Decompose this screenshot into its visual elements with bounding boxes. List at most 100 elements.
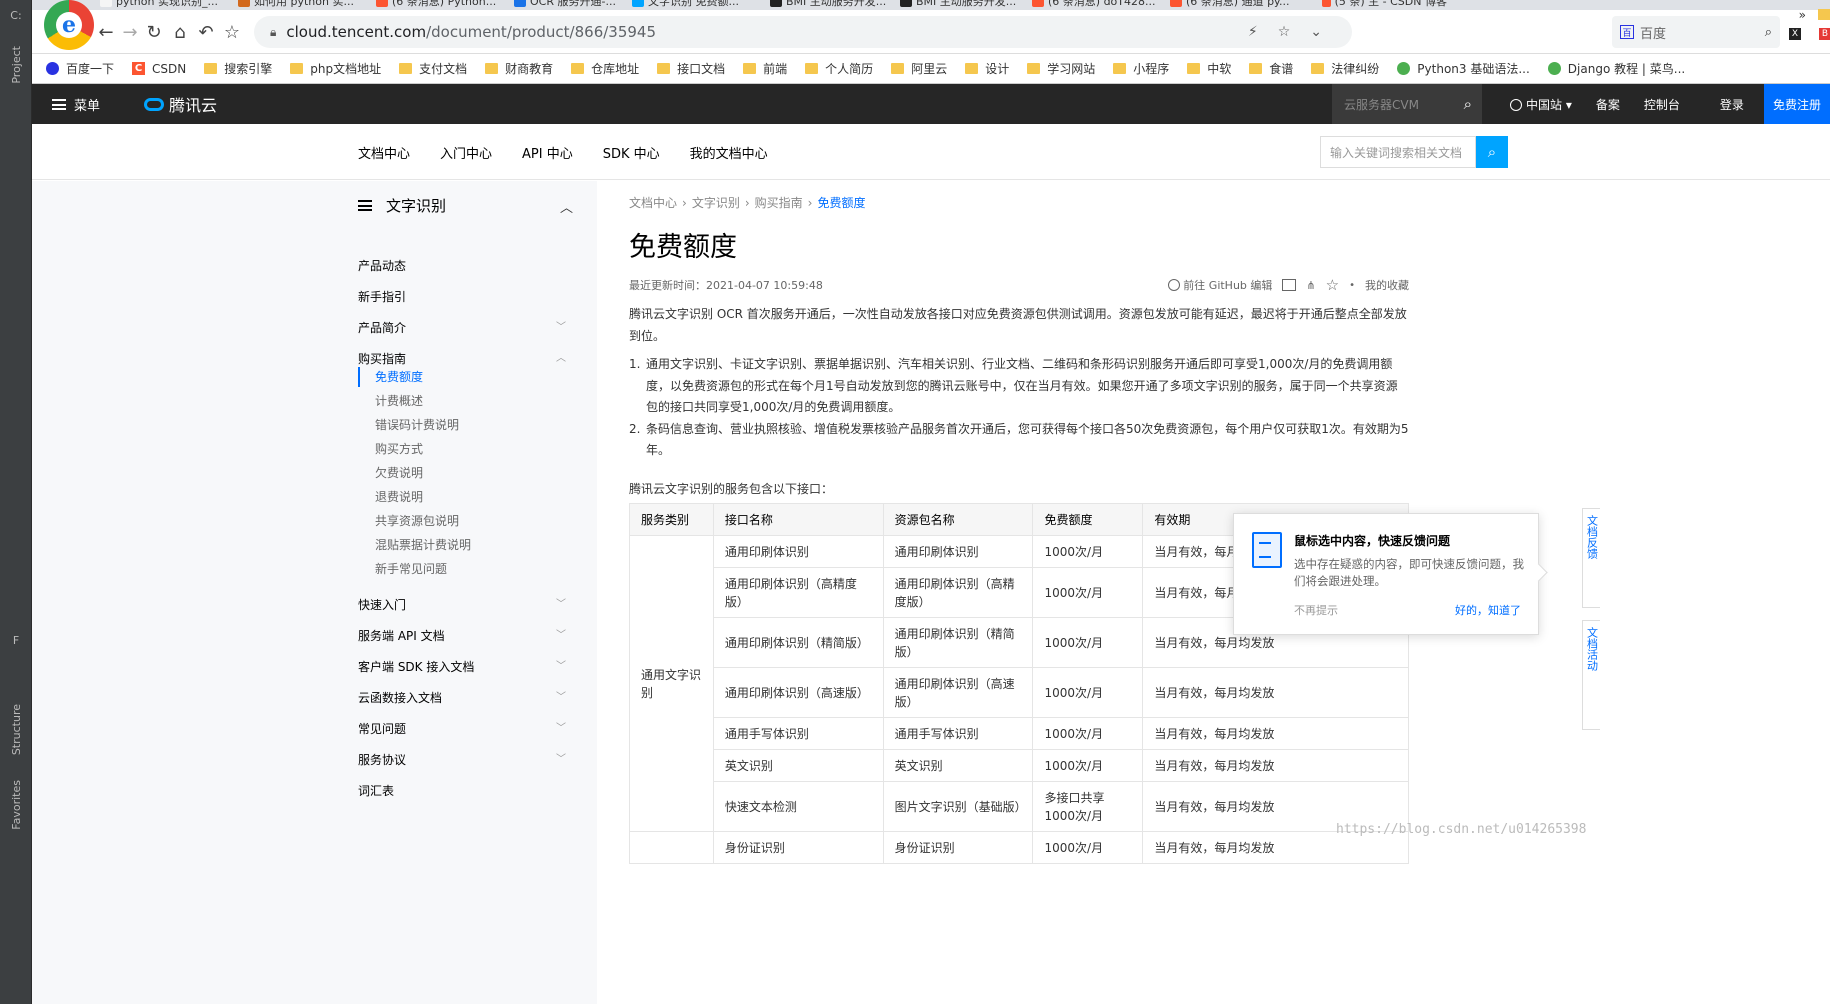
table-cell: 图片文字识别（基础版） (882, 781, 1034, 832)
doc-search-input[interactable]: 输入关键词搜索相关文档 (1320, 136, 1476, 168)
bookmark-item[interactable]: Django 教程 | 菜鸟... (1547, 60, 1685, 77)
subnav-link[interactable]: API 中心 (522, 143, 573, 162)
browser-tab[interactable]: 如何用 python 实... (238, 0, 363, 10)
collapse-icon[interactable]: ︿ (560, 197, 573, 216)
doc-feedback-float[interactable]: 文档反馈 (1582, 508, 1600, 608)
breadcrumb-item[interactable]: 文档中心 (629, 196, 677, 210)
ide-project-tab[interactable]: Project (0, 30, 32, 100)
search-engine-box[interactable]: 百 百度 ⌕ (1612, 16, 1780, 48)
sidebar-item[interactable]: 产品动态 (358, 256, 566, 276)
undo-icon[interactable]: ↶ (192, 18, 220, 46)
bookmark-item[interactable]: 前端 (743, 60, 787, 77)
sidebar-item[interactable]: 常见问题 ﹀ (358, 719, 566, 739)
sidebar-subitem[interactable]: 欠费说明 (375, 463, 423, 483)
ide-structure-tab[interactable]: Structure (0, 690, 32, 770)
share-icon[interactable]: ⋔ (1306, 279, 1315, 292)
sidebar-item[interactable]: 产品简介 ﹀ (358, 318, 566, 338)
extension-b-icon[interactable]: B (1819, 28, 1830, 40)
subnav-link[interactable]: 入门中心 (440, 143, 492, 162)
doc-search-button[interactable]: ⌕ (1476, 136, 1508, 168)
bookmark-item[interactable]: Python3 基础语法... (1397, 60, 1530, 77)
bookmark-item[interactable]: 阿里云 (891, 60, 947, 77)
reload-icon[interactable]: ↻ (140, 18, 168, 46)
bookmarks-more-icon[interactable]: » (1799, 0, 1806, 30)
sidebar-item[interactable]: 客户端 SDK 接入文档 ﹀ (358, 657, 566, 677)
site-search-icon[interactable]: ⌕ (1464, 95, 1472, 113)
address-bar[interactable]: 🔒︎ cloud.tencent.com/document/product/86… (254, 16, 1352, 48)
bookmark-item[interactable]: php文档地址 (290, 60, 381, 77)
browser-tab[interactable]: BMI 主动服务开发... (770, 0, 895, 10)
tab-label: 文字识别 免费额... (648, 0, 739, 8)
bookmark-item[interactable]: 接口文档 (657, 60, 725, 77)
sidebar-subitem[interactable]: 共享资源包说明 (375, 511, 459, 531)
subnav-link[interactable]: 我的文档中心 (690, 143, 768, 162)
top-nav-link[interactable]: 登录 (1720, 96, 1744, 113)
github-edit-link[interactable]: 前往 GitHub 编辑 (1167, 277, 1272, 293)
brand-logo[interactable]: 腾讯云 (144, 84, 217, 124)
sidebar-item[interactable]: 新手指引 (358, 287, 566, 307)
sidebar-subitem[interactable]: 错误码计费说明 (375, 415, 459, 435)
sidebar-subitem[interactable]: 购买方式 (375, 439, 423, 459)
sidebar-subitem[interactable]: 计费概述 (375, 391, 423, 411)
search-icon[interactable]: ⌕ (1765, 25, 1772, 40)
sidebar-subitem[interactable]: 免费额度 (375, 367, 423, 387)
region-selector[interactable]: 中国站 ▾ (1510, 96, 1572, 113)
bookmark-item[interactable]: 法律纠纷 (1311, 60, 1379, 77)
register-button[interactable]: 免费注册 (1764, 84, 1830, 124)
breadcrumb-item[interactable]: 文字识别 (692, 196, 740, 210)
top-nav-link[interactable]: 控制台 (1644, 96, 1680, 113)
sidebar-item[interactable]: 购买指南 ︿ (358, 349, 566, 369)
popup-ok-link[interactable]: 好的，知道了 (1455, 602, 1521, 618)
url-path: /document/product/866/35945 (426, 23, 657, 41)
sidebar-subitem[interactable]: 新手常见问题 (375, 559, 447, 579)
bookmark-item[interactable]: 百度一下 (46, 60, 114, 77)
bookmark-item[interactable]: 财商教育 (485, 60, 553, 77)
sidebar-item[interactable]: 快速入门 ﹀ (358, 595, 566, 615)
bookmark-item[interactable]: 食谱 (1249, 60, 1293, 77)
home-icon[interactable]: ⌂ (166, 18, 194, 46)
bookmark-item[interactable]: 仓库地址 (571, 60, 639, 77)
bookmark-star-icon[interactable]: ☆ (218, 18, 246, 46)
bookmark-item[interactable]: 中软 (1187, 60, 1231, 77)
bookmark-item[interactable]: 支付文档 (399, 60, 467, 77)
popup-dismiss-link[interactable]: 不再提示 (1294, 602, 1338, 618)
bookmark-item[interactable]: 小程序 (1113, 60, 1169, 77)
browser-tab[interactable]: (5 条) 主 - CSDN 博客 (1322, 0, 1447, 10)
table-cell: 通用印刷体识别（高速版） (712, 667, 884, 718)
browser-tab[interactable]: BMI 主动服务开发... (900, 0, 1025, 10)
bookmark-item[interactable]: 个人简历 (805, 60, 873, 77)
favorite-star-icon[interactable]: ☆ (1278, 24, 1291, 40)
doc-activity-float[interactable]: 文档活动 (1582, 620, 1600, 730)
browser-tab[interactable]: python 实现识别_... (100, 0, 225, 10)
browser-tab[interactable]: (6 条消息) 通道 py... (1170, 0, 1295, 10)
lightning-icon[interactable]: ⚡︎ (1248, 24, 1258, 40)
site-search-input[interactable]: 云服务器CVM ⌕ (1332, 84, 1482, 124)
top-nav-link[interactable]: 备案 (1596, 96, 1620, 113)
sidebar-item[interactable]: 云函数接入文档 ﹀ (358, 688, 566, 708)
pdf-icon[interactable] (1282, 279, 1297, 291)
ide-favorites-tab[interactable]: Favorites (0, 770, 32, 840)
bookmark-item[interactable]: 设计 (965, 60, 1009, 77)
other-bookmarks-folder-icon[interactable] (1818, 9, 1830, 20)
browser-tab[interactable]: (6 条消息) doT428... (1032, 0, 1157, 10)
bookmark-item[interactable]: 搜索引擎 (204, 60, 272, 77)
sidebar-item[interactable]: 服务端 API 文档 ﹀ (358, 626, 566, 646)
sidebar-subitem[interactable]: 混贴票据计费说明 (375, 535, 471, 555)
sidebar-subitem[interactable]: 退费说明 (375, 487, 423, 507)
favorite-icon[interactable]: ☆ (1326, 276, 1339, 294)
bookmark-item[interactable]: C CSDN (132, 62, 186, 76)
table-cell: 英文识别 (712, 749, 884, 782)
browser-tab[interactable]: (6 条消息) Python... (376, 0, 501, 10)
sidebar-item[interactable]: 词汇表 (358, 781, 566, 801)
menu-button[interactable]: 菜单 (52, 84, 100, 124)
subnav-link[interactable]: SDK 中心 (603, 143, 660, 162)
bookmark-item[interactable]: 学习网站 (1027, 60, 1095, 77)
browser-tab[interactable]: 文字识别 免费额... (632, 0, 757, 10)
breadcrumb-item[interactable]: 购买指南 (755, 196, 803, 210)
sidebar-item[interactable]: 服务协议 ﹀ (358, 750, 566, 770)
dropdown-icon[interactable]: ⌄ (1310, 24, 1322, 40)
browser-tab[interactable]: OCR 服务开通-... (514, 0, 639, 10)
breadcrumb-item[interactable]: 免费额度 (817, 196, 865, 210)
my-favorites-link[interactable]: 我的收藏 (1365, 277, 1409, 293)
subnav-link[interactable]: 文档中心 (358, 143, 410, 162)
